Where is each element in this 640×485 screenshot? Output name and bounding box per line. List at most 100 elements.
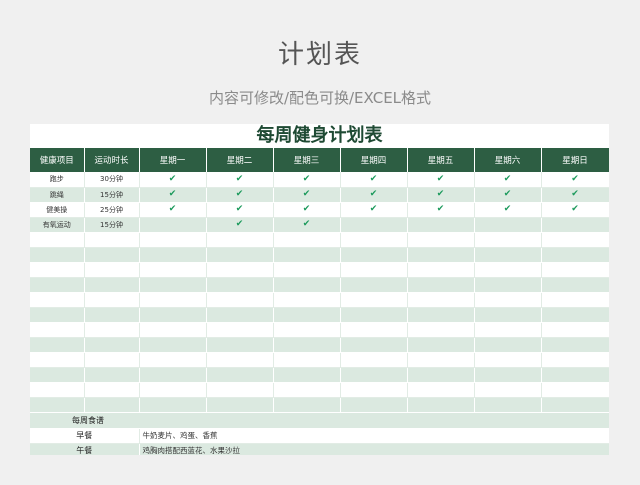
- empty-cell[interactable]: [206, 352, 274, 368]
- day-cell[interactable]: ✔: [273, 172, 341, 188]
- day-cell[interactable]: ✔: [541, 187, 609, 203]
- day-cell[interactable]: ✔: [139, 172, 207, 188]
- empty-cell[interactable]: [541, 307, 609, 323]
- empty-cell[interactable]: [84, 307, 140, 323]
- empty-cell[interactable]: [340, 322, 408, 338]
- empty-cell[interactable]: [273, 247, 341, 263]
- empty-cell[interactable]: [84, 397, 140, 413]
- empty-cell[interactable]: [206, 277, 274, 293]
- header-cell[interactable]: 运动时长: [84, 148, 140, 172]
- empty-cell[interactable]: [206, 262, 274, 278]
- empty-cell[interactable]: [340, 397, 408, 413]
- day-cell[interactable]: ✔: [474, 187, 542, 203]
- empty-cell[interactable]: [273, 292, 341, 308]
- empty-cell[interactable]: [84, 232, 140, 248]
- empty-cell[interactable]: [474, 382, 542, 398]
- day-cell[interactable]: ✔: [206, 172, 274, 188]
- empty-cell[interactable]: [340, 292, 408, 308]
- empty-cell[interactable]: [139, 397, 207, 413]
- day-cell[interactable]: ✔: [206, 202, 274, 218]
- header-cell[interactable]: 星期四: [340, 148, 408, 172]
- day-cell[interactable]: ✔: [340, 202, 408, 218]
- meal-name-cell[interactable]: 午餐: [30, 443, 140, 455]
- header-cell[interactable]: 星期五: [407, 148, 475, 172]
- empty-cell[interactable]: [273, 277, 341, 293]
- empty-cell[interactable]: [340, 337, 408, 353]
- item-cell[interactable]: 跳绳: [30, 187, 85, 203]
- empty-cell[interactable]: [84, 247, 140, 263]
- empty-cell[interactable]: [139, 382, 207, 398]
- empty-cell[interactable]: [474, 337, 542, 353]
- empty-cell[interactable]: [206, 232, 274, 248]
- empty-cell[interactable]: [541, 277, 609, 293]
- empty-cell[interactable]: [474, 322, 542, 338]
- empty-cell[interactable]: [139, 277, 207, 293]
- day-cell[interactable]: [340, 217, 408, 233]
- empty-cell[interactable]: [273, 382, 341, 398]
- meal-name-cell[interactable]: 早餐: [30, 428, 140, 444]
- empty-cell[interactable]: [273, 337, 341, 353]
- item-cell[interactable]: 健美操: [30, 202, 85, 218]
- duration-cell[interactable]: 15分钟: [84, 217, 140, 233]
- day-cell[interactable]: [139, 217, 207, 233]
- empty-cell[interactable]: [273, 322, 341, 338]
- empty-cell[interactable]: [206, 322, 274, 338]
- empty-cell[interactable]: [139, 352, 207, 368]
- empty-cell[interactable]: [541, 397, 609, 413]
- empty-cell[interactable]: [407, 277, 475, 293]
- day-cell[interactable]: ✔: [340, 187, 408, 203]
- empty-cell[interactable]: [30, 382, 85, 398]
- empty-cell[interactable]: [30, 367, 85, 383]
- item-cell[interactable]: 有氧运动: [30, 217, 85, 233]
- empty-cell[interactable]: [84, 322, 140, 338]
- day-cell[interactable]: ✔: [139, 202, 207, 218]
- empty-cell[interactable]: [407, 337, 475, 353]
- empty-cell[interactable]: [30, 352, 85, 368]
- empty-cell[interactable]: [407, 397, 475, 413]
- day-cell[interactable]: [541, 217, 609, 233]
- item-cell[interactable]: 跑步: [30, 172, 85, 188]
- empty-cell[interactable]: [407, 292, 475, 308]
- empty-cell[interactable]: [407, 352, 475, 368]
- day-cell[interactable]: ✔: [273, 202, 341, 218]
- empty-cell[interactable]: [206, 337, 274, 353]
- empty-cell[interactable]: [273, 262, 341, 278]
- empty-cell[interactable]: [30, 307, 85, 323]
- empty-cell[interactable]: [206, 382, 274, 398]
- empty-cell[interactable]: [30, 277, 85, 293]
- empty-cell[interactable]: [340, 307, 408, 323]
- header-cell[interactable]: 星期日: [541, 148, 609, 172]
- day-cell[interactable]: ✔: [340, 172, 408, 188]
- empty-cell[interactable]: [273, 367, 341, 383]
- empty-cell[interactable]: [541, 262, 609, 278]
- empty-cell[interactable]: [407, 307, 475, 323]
- day-cell[interactable]: ✔: [407, 172, 475, 188]
- day-cell[interactable]: ✔: [206, 187, 274, 203]
- day-cell[interactable]: ✔: [541, 202, 609, 218]
- header-cell[interactable]: 星期一: [139, 148, 207, 172]
- empty-cell[interactable]: [273, 232, 341, 248]
- empty-cell[interactable]: [407, 382, 475, 398]
- empty-cell[interactable]: [407, 247, 475, 263]
- empty-cell[interactable]: [30, 337, 85, 353]
- empty-cell[interactable]: [474, 367, 542, 383]
- empty-cell[interactable]: [139, 307, 207, 323]
- empty-cell[interactable]: [30, 262, 85, 278]
- empty-cell[interactable]: [474, 247, 542, 263]
- empty-cell[interactable]: [84, 277, 140, 293]
- empty-cell[interactable]: [541, 337, 609, 353]
- empty-cell[interactable]: [84, 382, 140, 398]
- empty-cell[interactable]: [30, 247, 85, 263]
- empty-cell[interactable]: [206, 247, 274, 263]
- day-cell[interactable]: ✔: [541, 172, 609, 188]
- day-cell[interactable]: ✔: [139, 187, 207, 203]
- empty-cell[interactable]: [340, 262, 408, 278]
- empty-cell[interactable]: [541, 322, 609, 338]
- header-cell[interactable]: 健康项目: [30, 148, 85, 172]
- empty-cell[interactable]: [474, 397, 542, 413]
- empty-cell[interactable]: [139, 292, 207, 308]
- empty-cell[interactable]: [407, 262, 475, 278]
- day-cell[interactable]: ✔: [407, 202, 475, 218]
- empty-cell[interactable]: [206, 367, 274, 383]
- empty-cell[interactable]: [541, 232, 609, 248]
